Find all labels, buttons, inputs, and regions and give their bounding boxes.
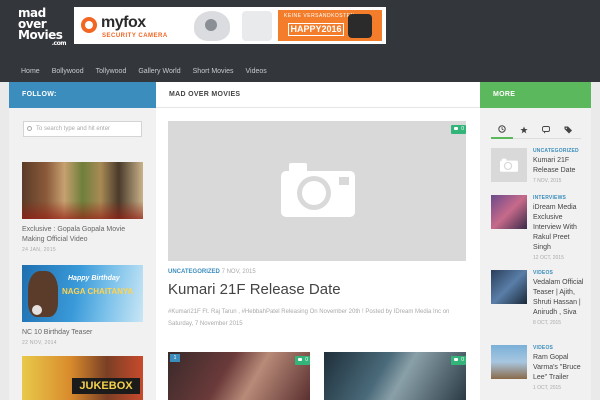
featured-image-placeholder[interactable]: 0 — [168, 121, 466, 261]
tab-tags[interactable] — [557, 120, 579, 139]
ad-brand: myfox — [101, 14, 146, 31]
post-date: 7 NOV, 2015 — [533, 178, 562, 184]
ad-tagline: SECURITY CAMERA — [102, 33, 168, 39]
post-date: 22 NOV, 2014 — [22, 340, 57, 346]
comment-count[interactable]: 0 — [451, 356, 466, 365]
tab-recent[interactable] — [491, 120, 513, 139]
post-thumbnail[interactable] — [22, 162, 143, 219]
comment-count-value: 0 — [461, 357, 464, 363]
post-title[interactable]: iDream Media Exclusive Interview With Ra… — [533, 203, 589, 253]
nav-item-short-movies[interactable]: Short Movies — [193, 62, 234, 82]
camera-product-image-2 — [242, 11, 272, 41]
post-title[interactable]: Kumari 21F Release Date — [533, 156, 589, 176]
post-title[interactable]: Exclusive : Gopala Gopala Movie Making O… — [22, 225, 143, 245]
left-sidebar: To search type and hit enter Exclusive :… — [9, 108, 156, 400]
nav-item-videos[interactable]: Videos — [246, 62, 267, 82]
post-category[interactable]: INTERVIEWS — [533, 195, 589, 201]
main-content: MAD OVER MOVIES 0 UNCATEGORIZED 7 NOV, 2… — [156, 82, 480, 400]
camera-icon — [281, 163, 355, 217]
post-thumbnail[interactable]: Happy Birthday NAGA CHAITANYA — [22, 265, 143, 322]
camera-icon — [500, 158, 518, 172]
sidebar-post[interactable]: JUKEBOX — [22, 356, 143, 400]
post-badge: 1 — [170, 354, 180, 362]
comment-count-value: 0 — [305, 357, 308, 363]
post-title[interactable]: NC 10 Birthday Teaser — [22, 328, 143, 338]
post-thumbnail[interactable] — [491, 195, 527, 229]
watch-product-image — [348, 14, 372, 38]
thumb-text-bottom: NAGA CHAITANYA — [62, 287, 134, 296]
featured-excerpt: #Kumari21F Ft. Raj Tarun , #HebbahPatel … — [168, 309, 450, 327]
ad-promo-box: KEINE VERSANDKOSTEN HAPPY2016 — [278, 10, 382, 41]
tab-comments[interactable] — [535, 120, 557, 139]
clock-icon — [498, 124, 506, 133]
post-title[interactable]: Ram Gopal Varma's "Bruce Lee" Trailer — [533, 353, 589, 383]
nav-item-bollywood[interactable]: Bollywood — [52, 62, 84, 82]
post-category[interactable]: UNCATEGORIZED — [533, 148, 589, 154]
more-header: MORE — [480, 82, 591, 108]
site-header: mad over Movies .com myfox SECURITY CAME… — [0, 0, 600, 82]
camera-product-image — [194, 11, 230, 41]
featured-title[interactable]: Kumari 21F Release Date — [168, 281, 341, 298]
tags-icon — [564, 126, 572, 133]
sidebar-post[interactable]: Exclusive : Gopala Gopala Movie Making O… — [22, 162, 143, 253]
main-header: MAD OVER MOVIES — [156, 82, 480, 108]
post-date: 7 NOV, 2015 — [221, 269, 256, 275]
jukebox-label: JUKEBOX — [72, 378, 140, 394]
ad-banner[interactable]: myfox SECURITY CAMERA KEINE VERSANDKOSTE… — [74, 7, 386, 44]
post-thumbnail[interactable] — [491, 148, 527, 182]
thumb-shade — [22, 201, 143, 219]
star-icon — [520, 126, 528, 133]
sidebar-post[interactable]: Happy Birthday NAGA CHAITANYA NC 10 Birt… — [22, 265, 143, 346]
post-thumbnail[interactable]: 0 — [324, 352, 466, 400]
post-category[interactable]: VIDEOS — [533, 345, 589, 351]
follow-header: FOLLOW: — [9, 82, 156, 108]
post-thumbnail[interactable] — [491, 345, 527, 379]
search-input[interactable]: To search type and hit enter — [23, 121, 142, 137]
nav-item-gallery-world[interactable]: Gallery World — [138, 62, 180, 82]
post-title[interactable]: Vedalam Official Teaser | Ajith, Shruti … — [533, 278, 589, 318]
sidebar-tabs — [491, 120, 581, 139]
comment-count-value: 0 — [461, 126, 464, 132]
post-date: 1 OCT, 2015 — [533, 385, 562, 391]
nav-item-home[interactable]: Home — [21, 62, 40, 82]
post-thumbnail[interactable]: JUKEBOX — [22, 356, 143, 400]
post-category[interactable]: UNCATEGORIZED — [168, 269, 220, 275]
search-icon — [27, 126, 32, 131]
post-date: 8 OCT, 2015 — [533, 320, 562, 326]
post-thumbnail[interactable]: 1 0 — [168, 352, 310, 400]
main-nav: Home Bollywood Tollywood Gallery World S… — [0, 62, 600, 82]
thumb-text-top: Happy Birthday — [68, 275, 120, 282]
comment-count[interactable]: 0 — [451, 125, 466, 134]
post-category[interactable]: VIDEOS — [533, 270, 589, 276]
comments-icon — [541, 125, 550, 133]
site-logo[interactable]: mad over Movies .com — [18, 7, 67, 48]
play-icon[interactable] — [32, 305, 42, 315]
right-sidebar: UNCATEGORIZED Kumari 21F Release Date 7 … — [480, 108, 591, 400]
comment-count[interactable]: 0 — [295, 356, 310, 365]
post-date: 12 OCT, 2015 — [533, 255, 564, 261]
post-date: 24 JAN, 2015 — [22, 247, 56, 253]
search-placeholder: To search type and hit enter — [36, 126, 111, 132]
ad-promo-text: KEINE VERSANDKOSTEN — [284, 13, 355, 19]
post-meta: UNCATEGORIZED 7 NOV, 2015 — [168, 269, 256, 275]
tab-popular[interactable] — [513, 120, 535, 139]
myfox-logo-icon — [81, 17, 97, 33]
ad-promo-code: HAPPY2016 — [288, 23, 344, 36]
post-thumbnail[interactable] — [491, 270, 527, 304]
nav-item-tollywood[interactable]: Tollywood — [96, 62, 127, 82]
